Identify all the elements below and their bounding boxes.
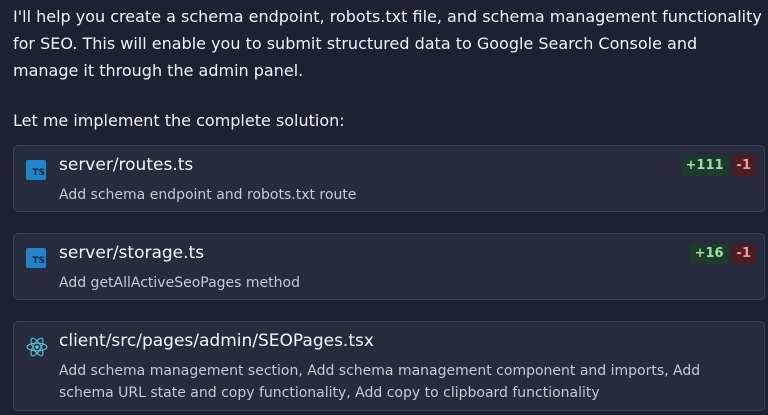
change-description: Add schema management section, Add schem… <box>59 363 701 401</box>
change-description: Add schema endpoint and robots.txt route <box>59 187 357 203</box>
file-change-card[interactable]: TS server/routes.ts +111 -1 Add schema e… <box>13 145 765 212</box>
file-change-card[interactable]: client/src/pages/admin/SEOPages.tsx Add … <box>13 321 765 411</box>
file-change-card[interactable]: TS server/storage.ts +16 -1 Add getAllAc… <box>13 233 765 300</box>
diff-stats: +16 -1 <box>689 244 756 264</box>
deletions-badge: -1 <box>731 244 756 264</box>
deletions-badge: -1 <box>731 156 756 176</box>
additions-badge: +111 <box>680 156 729 176</box>
diff-stats: +111 -1 <box>680 156 756 176</box>
file-path: server/storage.ts <box>59 243 205 263</box>
additions-badge: +16 <box>689 244 729 264</box>
change-description: Add getAllActiveSeoPages method <box>59 275 300 291</box>
file-path: client/src/pages/admin/SEOPages.tsx <box>59 331 374 351</box>
assistant-lead-text: Let me implement the complete solution: <box>13 111 345 130</box>
assistant-intro-text: I'll help you create a schema endpoint, … <box>13 7 762 80</box>
typescript-file-icon: TS <box>26 248 46 268</box>
file-path: server/routes.ts <box>59 155 194 175</box>
react-file-icon <box>26 336 48 357</box>
typescript-file-icon: TS <box>26 160 46 180</box>
